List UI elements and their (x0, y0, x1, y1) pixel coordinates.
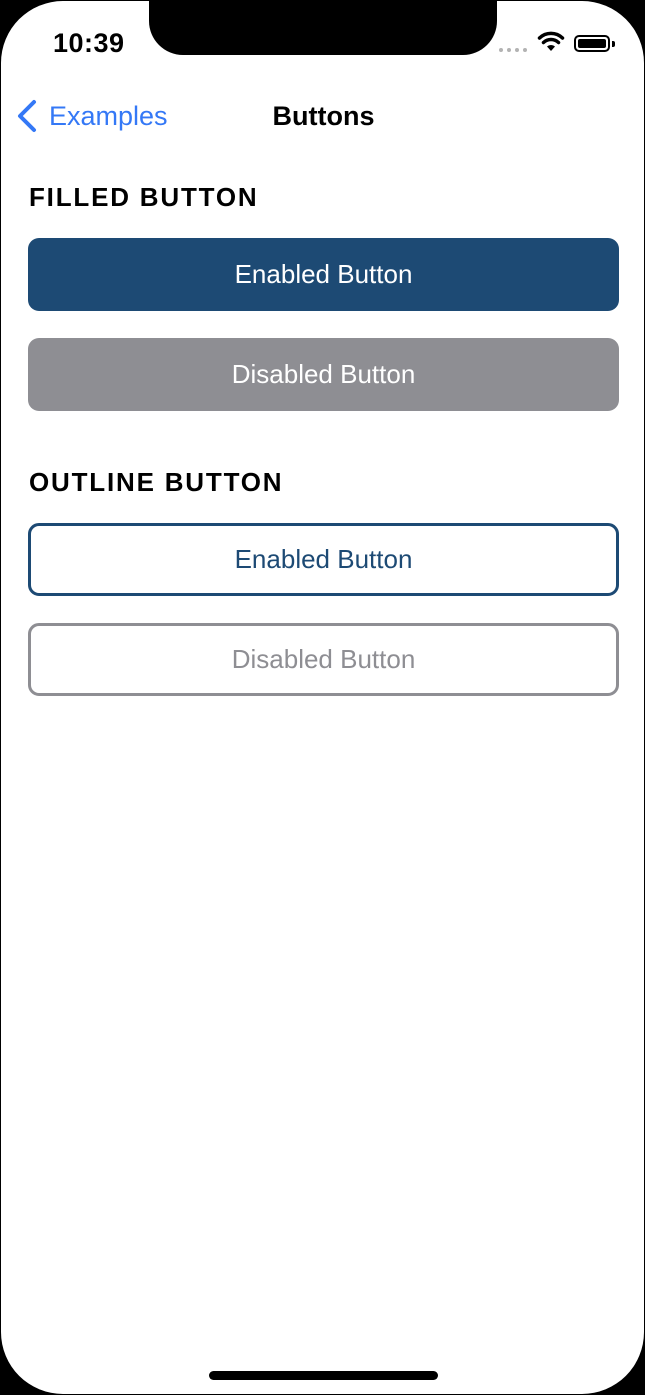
section-header-outline: OUTLINE BUTTON (29, 467, 284, 497)
status-icons (499, 31, 619, 57)
phone-screen: 10:39 Examples Buttons FILLED BUTTON Ena… (1, 1, 644, 1394)
home-indicator[interactable] (209, 1371, 438, 1380)
battery-cap (612, 41, 615, 47)
battery-icon (574, 35, 610, 52)
outline-enabled-button[interactable]: Enabled Button (28, 523, 619, 596)
outline-disabled-button[interactable]: Disabled Button (28, 623, 619, 696)
section-header-filled: FILLED BUTTON (29, 182, 259, 212)
filled-disabled-button[interactable]: Disabled Button (28, 338, 619, 411)
device-notch (149, 1, 497, 55)
back-button[interactable]: Examples (15, 99, 168, 133)
chevron-left-icon (18, 100, 36, 132)
signal-icon (499, 48, 527, 52)
filled-enabled-button[interactable]: Enabled Button (28, 238, 619, 311)
wifi-icon (537, 31, 565, 51)
status-time: 10:39 (53, 28, 125, 58)
back-label: Examples (49, 101, 168, 131)
